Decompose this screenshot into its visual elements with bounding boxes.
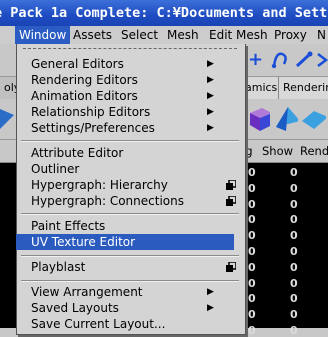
menu-item-animation-editors[interactable]: Animation Editors ▶: [17, 88, 245, 104]
menu-proxy[interactable]: Proxy: [274, 26, 307, 44]
menu-separator: [21, 280, 239, 282]
menu-window[interactable]: Window: [15, 26, 71, 44]
spreadsheet-cell[interactable]: 0: [290, 308, 298, 321]
lasso-tool-icon[interactable]: [270, 50, 290, 70]
spreadsheet-cell[interactable]: 0: [290, 261, 298, 274]
submenu-arrow-icon: ▶: [207, 303, 214, 313]
cube-icon[interactable]: [244, 103, 270, 133]
spreadsheet-cell[interactable]: 0: [290, 277, 298, 290]
spreadsheet-cell[interactable]: 0: [248, 166, 256, 179]
spreadsheet-cell[interactable]: 0: [248, 324, 256, 337]
menu-item-uv-texture-editor[interactable]: UV Texture Editor: [16, 234, 234, 250]
spreadsheet-cell[interactable]: 0: [248, 261, 256, 274]
paint-tool-icon[interactable]: [294, 50, 314, 70]
menu-separator: [21, 140, 239, 142]
spreadsheet-cell[interactable]: 0: [290, 229, 298, 242]
menu-item-attribute-editor[interactable]: Attribute Editor: [17, 145, 245, 161]
main-menu-bar: Window Assets Select Mesh Edit Mesh Prox…: [0, 26, 328, 45]
window-menu-dropdown: General Editors ▶ Rendering Editors ▶ An…: [16, 44, 246, 335]
option-box-icon[interactable]: [226, 262, 236, 272]
menu-item-outliner[interactable]: Outliner: [17, 161, 245, 177]
add-icon[interactable]: +: [248, 49, 263, 70]
submenu-arrow-icon: ▶: [207, 107, 214, 117]
menu-assets[interactable]: Assets: [73, 26, 112, 44]
menu-item-general-editors[interactable]: General Editors ▶: [17, 56, 245, 72]
spreadsheet-cell[interactable]: 0: [248, 182, 256, 195]
submenu-arrow-icon: ▶: [207, 123, 214, 133]
option-box-icon[interactable]: [226, 180, 236, 190]
submenu-arrow-icon: ▶: [207, 287, 214, 297]
spreadsheet-cell[interactable]: 0: [248, 213, 256, 226]
column-header-show[interactable]: Show: [262, 140, 293, 162]
menu-edit-mesh[interactable]: Edit Mesh: [209, 26, 268, 44]
menu-item-paint-effects[interactable]: Paint Effects: [17, 218, 245, 234]
menu-mesh[interactable]: Mesh: [167, 26, 199, 44]
spreadsheet-cell[interactable]: 0: [248, 292, 256, 305]
menu-item-settings-preferences[interactable]: Settings/Preferences ▶: [17, 120, 245, 136]
spreadsheet-cell[interactable]: 0: [248, 245, 256, 258]
menu-item-saved-layouts[interactable]: Saved Layouts ▶: [17, 300, 245, 316]
menu-separator: [21, 213, 239, 215]
spreadsheet-cell[interactable]: 0: [290, 245, 298, 258]
submenu-arrow-icon: ▶: [207, 75, 214, 85]
spreadsheet-cell[interactable]: 0: [290, 324, 298, 337]
menu-separator: [21, 255, 239, 257]
submenu-arrow-icon: ▶: [207, 91, 214, 101]
spreadsheet-cell[interactable]: 0: [248, 277, 256, 290]
menu-item-view-arrangement[interactable]: View Arrangement ▶: [17, 284, 245, 300]
tab-dynamics[interactable]: amics: [240, 77, 282, 99]
menu-item-playblast[interactable]: Playblast: [17, 259, 245, 275]
menu-item-hypergraph-hierarchy[interactable]: Hypergraph: Hierarchy: [17, 177, 245, 193]
spreadsheet-cell[interactable]: 0: [290, 198, 298, 211]
window-title: e Pack 1a Complete: C:¥Documents and Set…: [0, 5, 328, 21]
spreadsheet-cell[interactable]: 0: [248, 198, 256, 211]
menu-item-rendering-editors[interactable]: Rendering Editors ▶: [17, 72, 245, 88]
spreadsheet-cell[interactable]: 0: [290, 213, 298, 226]
menu-item-hypergraph-connections[interactable]: Hypergraph: Connections: [17, 193, 245, 209]
column-header-render[interactable]: Rende: [300, 140, 328, 162]
tear-off-line[interactable]: [23, 48, 237, 53]
move-tool-icon[interactable]: [316, 50, 328, 70]
window-title-bar: e Pack 1a Complete: C:¥Documents and Set…: [0, 0, 328, 26]
tab-rendering[interactable]: Rendering: [278, 77, 328, 99]
spreadsheet-cell[interactable]: 0: [290, 166, 298, 179]
spreadsheet-cell[interactable]: 0: [248, 229, 256, 242]
submenu-arrow-icon: ▶: [207, 59, 214, 69]
spreadsheet-cell[interactable]: 0: [290, 292, 298, 305]
spreadsheet-cell[interactable]: 0: [290, 182, 298, 195]
menu-item-relationship-editors[interactable]: Relationship Editors ▶: [17, 104, 245, 120]
menu-item-save-current-layout[interactable]: Save Current Layout...: [17, 316, 245, 332]
spreadsheet-cell[interactable]: 0: [248, 308, 256, 321]
menu-more[interactable]: N: [317, 26, 326, 44]
menu-select[interactable]: Select: [121, 26, 158, 44]
option-box-icon[interactable]: [226, 196, 236, 206]
plane-icon[interactable]: [300, 103, 326, 133]
pyramid-icon[interactable]: [272, 103, 298, 133]
